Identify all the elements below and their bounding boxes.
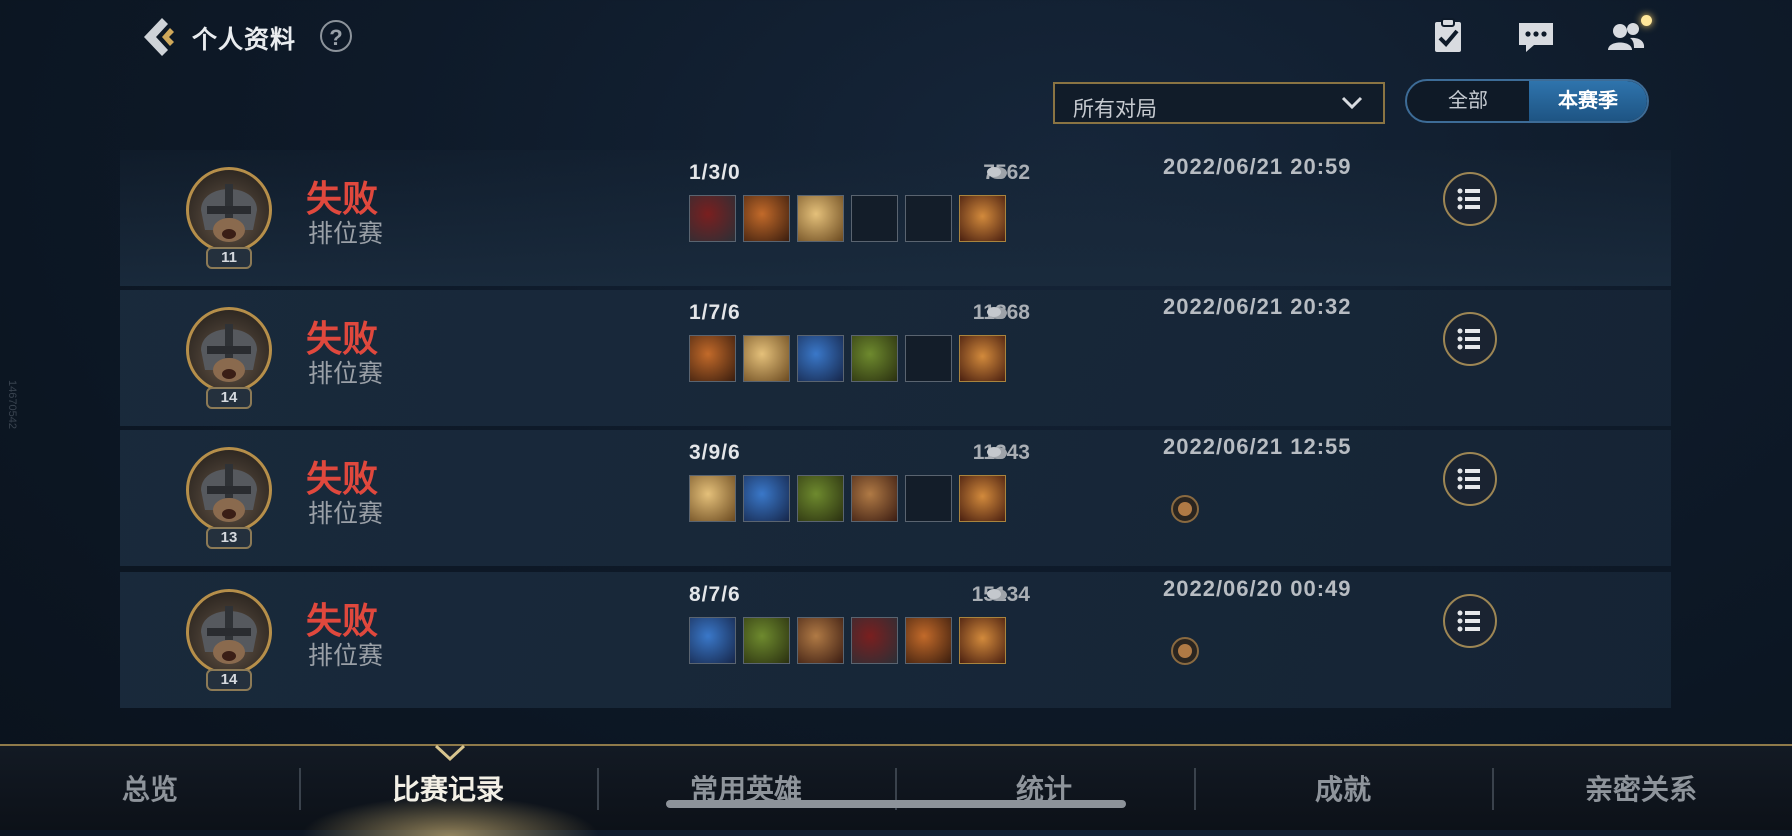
tab-separator <box>1492 768 1494 810</box>
match-row[interactable]: 13 失败 排位赛 3/9/6 11343 2022/06/21 12:55 <box>120 430 1671 566</box>
item-icon[interactable] <box>905 617 952 664</box>
match-datetime: 2022/06/20 00:49 <box>1163 576 1352 601</box>
item-icon[interactable] <box>743 195 790 242</box>
trinket-icon[interactable] <box>959 335 1006 382</box>
match-datetime: 2022/06/21 12:55 <box>1163 434 1352 459</box>
gold-coin-icon <box>987 447 1007 459</box>
kda: 8/7/6 <box>689 583 741 606</box>
champion-portrait <box>186 447 272 533</box>
champion-level: 14 <box>206 387 252 409</box>
empty-item-slot[interactable] <box>905 195 952 242</box>
champion-portrait <box>186 307 272 393</box>
empty-item-slot[interactable] <box>905 335 952 382</box>
item-icon[interactable] <box>797 475 844 522</box>
match-datetime: 2022/06/21 20:59 <box>1163 154 1352 179</box>
item-icon[interactable] <box>797 195 844 242</box>
item-icon[interactable] <box>851 475 898 522</box>
home-indicator[interactable] <box>666 800 1126 808</box>
list-icon <box>1457 328 1480 350</box>
kda: 1/7/6 <box>689 301 741 324</box>
champion-level: 11 <box>206 247 252 269</box>
bottom-tab-bar: 总览 比赛记录 常用英雄 统计 成就 亲密关系 <box>0 744 1792 836</box>
kda: 1/3/0 <box>689 161 741 184</box>
champion-helmet-icon <box>201 184 257 242</box>
trinket-icon[interactable] <box>959 195 1006 242</box>
item-icon[interactable] <box>743 475 790 522</box>
match-history-list: 11 失败 排位赛 1/3/0 7562 2022/06/21 20:59 <box>0 0 1792 738</box>
champion-level: 13 <box>206 527 252 549</box>
tab-1[interactable]: 比赛记录 <box>392 768 504 808</box>
champion-helmet-icon <box>201 324 257 382</box>
item-icon[interactable] <box>689 475 736 522</box>
item-icon[interactable] <box>743 335 790 382</box>
list-icon <box>1457 188 1480 210</box>
tab-separator <box>1193 768 1196 810</box>
trinket-icon[interactable] <box>959 617 1006 664</box>
item-icon[interactable] <box>797 335 844 382</box>
item-icon[interactable] <box>851 617 898 664</box>
match-datetime: 2022/06/21 20:32 <box>1163 294 1352 319</box>
tab-separator <box>597 768 599 810</box>
match-mode: 排位赛 <box>308 500 384 528</box>
champion-portrait <box>186 589 272 675</box>
match-row[interactable]: 14 失败 排位赛 1/7/6 11868 2022/06/21 20:32 <box>120 290 1671 426</box>
empty-item-slot[interactable] <box>905 475 952 522</box>
match-detail-button[interactable] <box>1443 452 1497 506</box>
match-mode: 排位赛 <box>308 360 384 388</box>
item-icon[interactable] <box>743 617 790 664</box>
champion-helmet-icon <box>201 606 257 664</box>
champion-level: 14 <box>206 669 252 691</box>
match-detail-button[interactable] <box>1443 172 1497 226</box>
match-mode: 排位赛 <box>308 220 384 248</box>
tab-separator <box>299 768 301 810</box>
match-detail-button[interactable] <box>1443 312 1497 366</box>
trinket-icon[interactable] <box>959 475 1006 522</box>
tab-5[interactable]: 亲密关系 <box>1585 768 1697 808</box>
gold-coin-icon <box>987 589 1007 601</box>
empty-item-slot[interactable] <box>851 195 898 242</box>
rank-badge-icon <box>1171 495 1199 523</box>
match-mode: 排位赛 <box>308 642 384 670</box>
active-tab-arrow-icon <box>434 744 466 762</box>
rank-badge-icon <box>1171 637 1199 665</box>
item-icon[interactable] <box>797 617 844 664</box>
list-icon <box>1457 610 1480 632</box>
match-row[interactable]: 14 失败 排位赛 8/7/6 15134 2022/06/20 00:49 <box>120 572 1671 708</box>
list-icon <box>1457 468 1480 490</box>
champion-portrait <box>186 167 272 253</box>
tab-4[interactable]: 成就 <box>1315 768 1371 808</box>
item-icon[interactable] <box>689 335 736 382</box>
champion-helmet-icon <box>201 464 257 522</box>
item-icon[interactable] <box>689 617 736 664</box>
item-icon[interactable] <box>851 335 898 382</box>
gold-coin-icon <box>987 307 1007 319</box>
kda: 3/9/6 <box>689 441 741 464</box>
item-icon[interactable] <box>689 195 736 242</box>
gold-coin-icon <box>987 167 1007 179</box>
tab-0[interactable]: 总览 <box>122 768 178 808</box>
match-row[interactable]: 11 失败 排位赛 1/3/0 7562 2022/06/21 20:59 <box>120 150 1671 286</box>
match-detail-button[interactable] <box>1443 594 1497 648</box>
